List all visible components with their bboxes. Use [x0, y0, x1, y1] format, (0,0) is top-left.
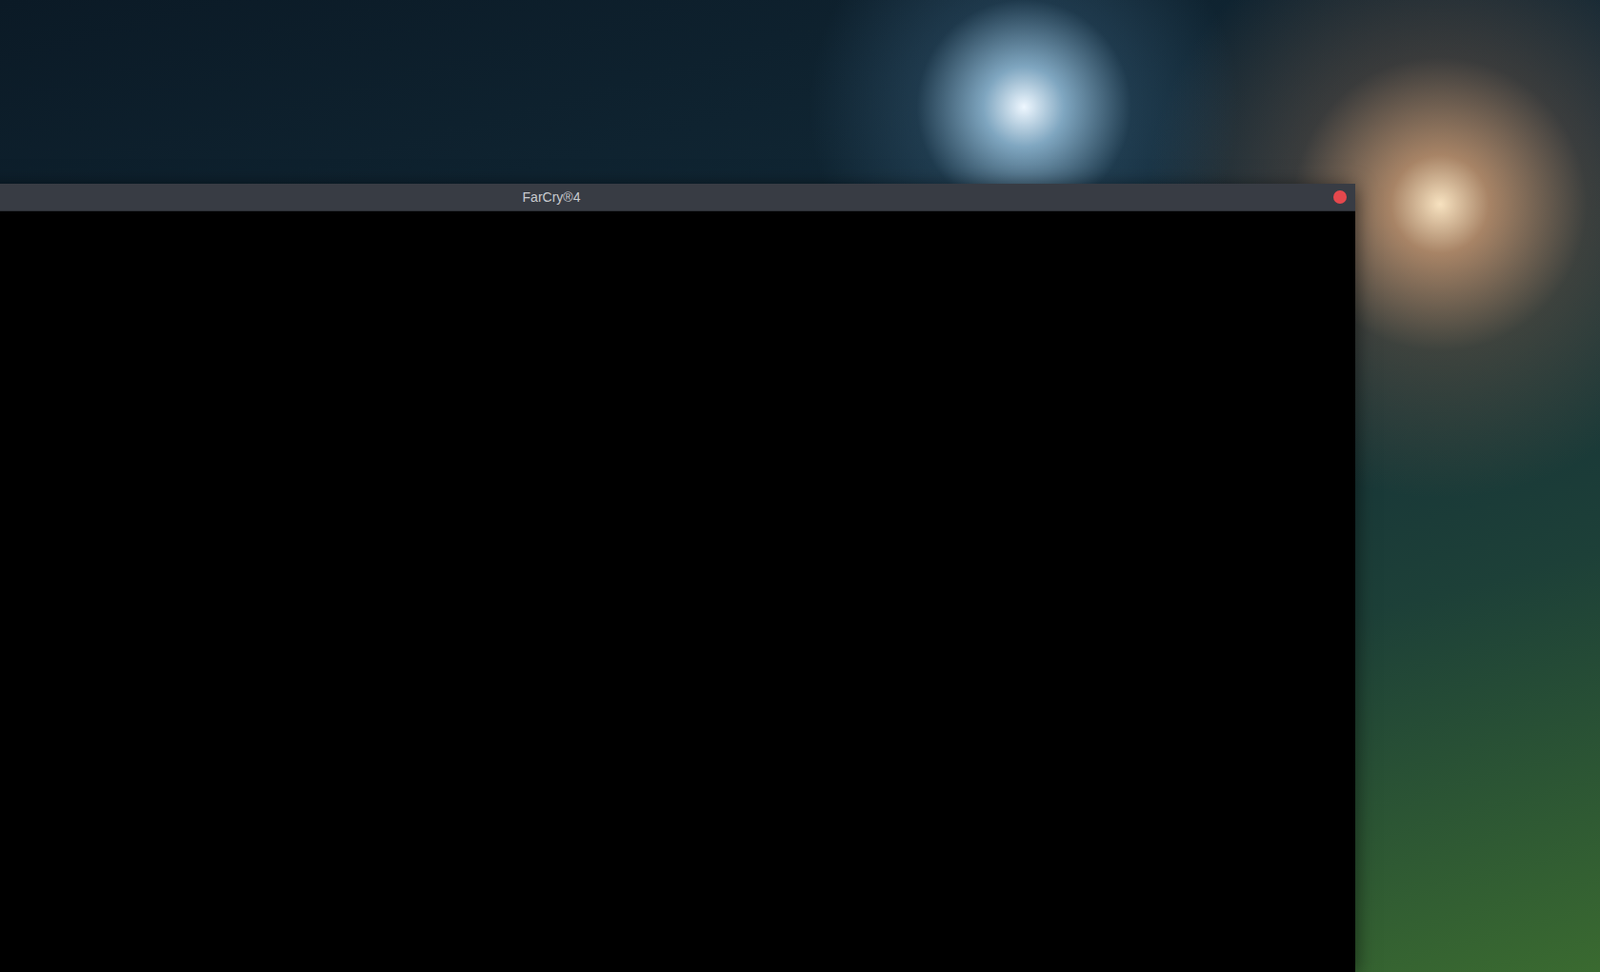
window-title: FarCry®4 — [522, 183, 581, 211]
close-button[interactable] — [1333, 190, 1347, 204]
window-content — [0, 211, 1356, 972]
app-window[interactable]: FarCry®4 — [0, 183, 1356, 972]
desktop: FarCry®4 — [0, 0, 1600, 972]
title-bar[interactable]: FarCry®4 — [0, 183, 1356, 212]
